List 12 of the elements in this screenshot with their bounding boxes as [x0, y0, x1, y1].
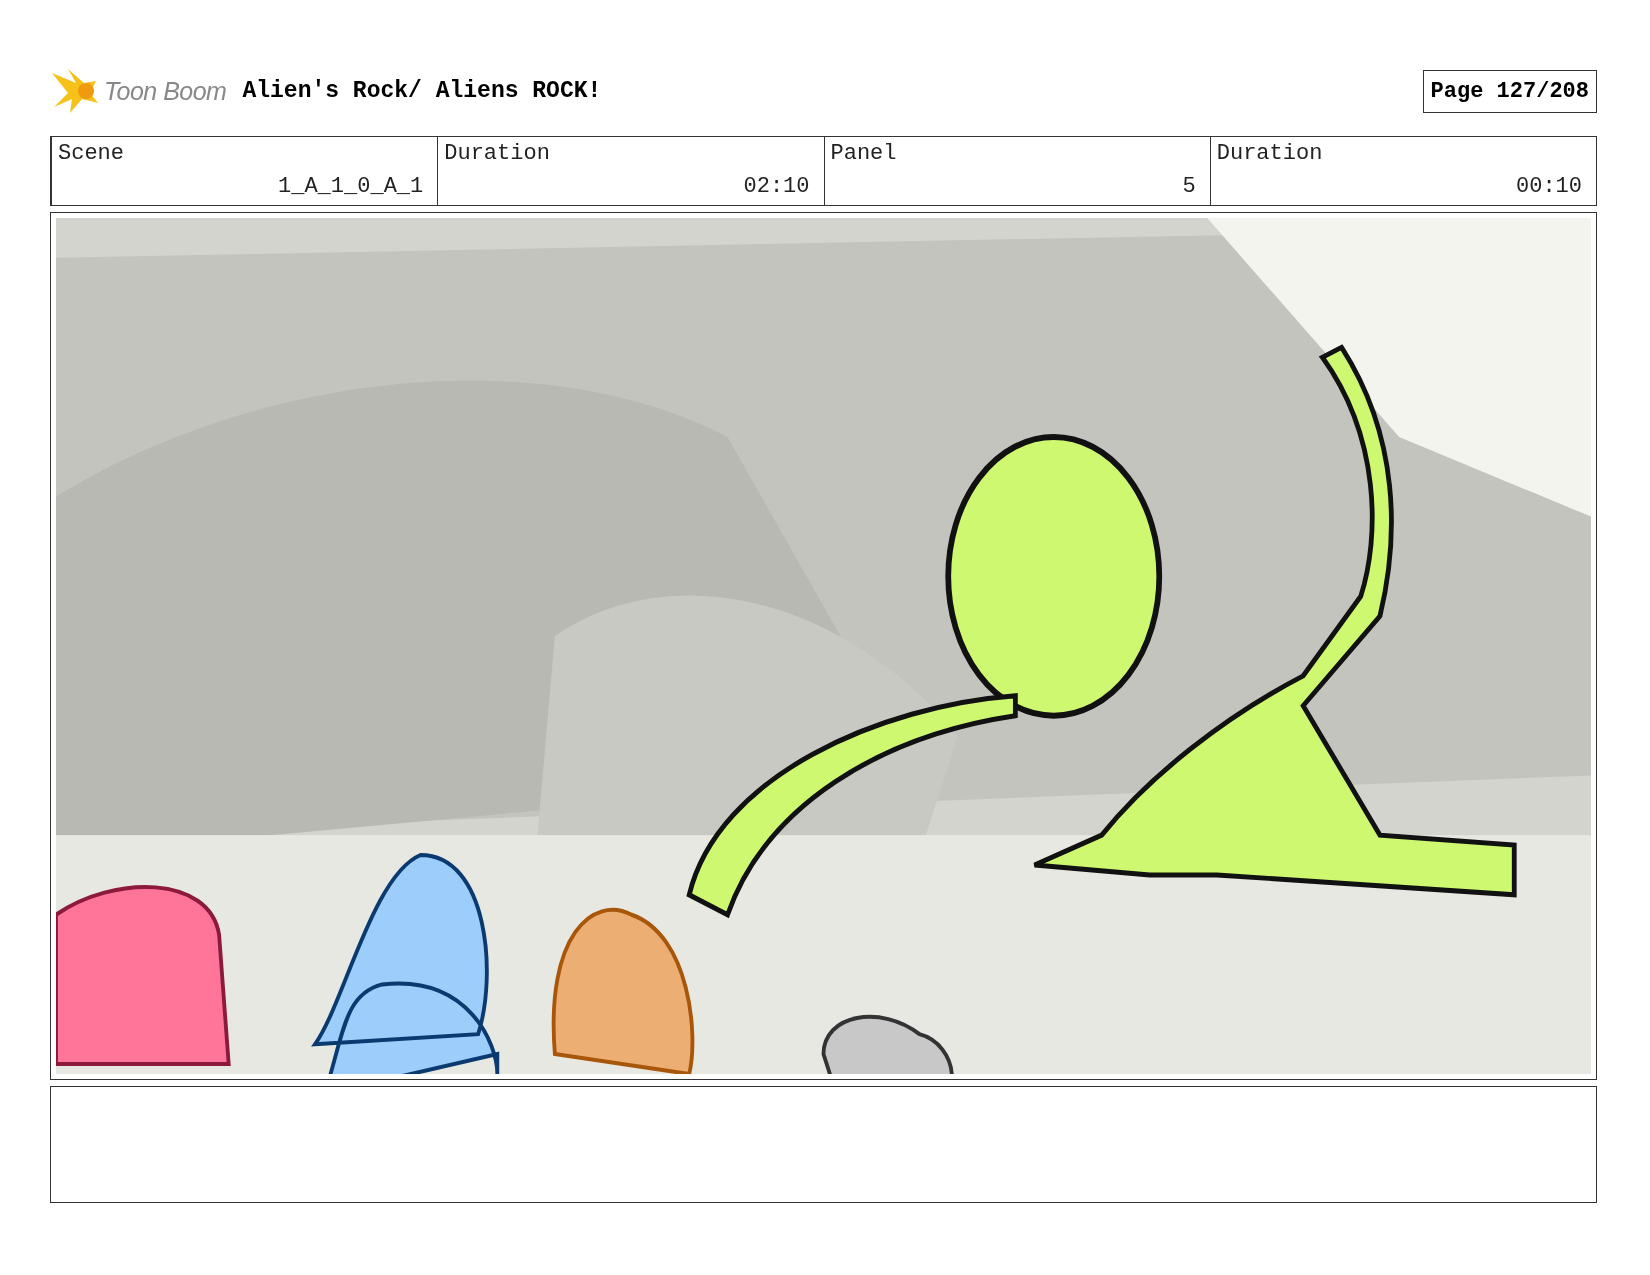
- field-label: Panel: [830, 141, 898, 166]
- field-value: 5: [1182, 174, 1196, 199]
- page-number: Page 127/208: [1422, 69, 1597, 113]
- field-label: Duration: [444, 141, 551, 166]
- field-value: 00:10: [1516, 174, 1582, 199]
- field-value: 1_A_1_0_A_1: [278, 174, 424, 199]
- storyboard-title: Alien's Rock/ Aliens ROCK!: [242, 78, 602, 104]
- starburst-icon: [50, 67, 100, 115]
- field-label: Scene: [58, 141, 125, 166]
- logo-text: Toon Boom: [104, 76, 227, 106]
- field-value: 02:10: [743, 174, 810, 199]
- field-label: Duration: [1216, 141, 1324, 166]
